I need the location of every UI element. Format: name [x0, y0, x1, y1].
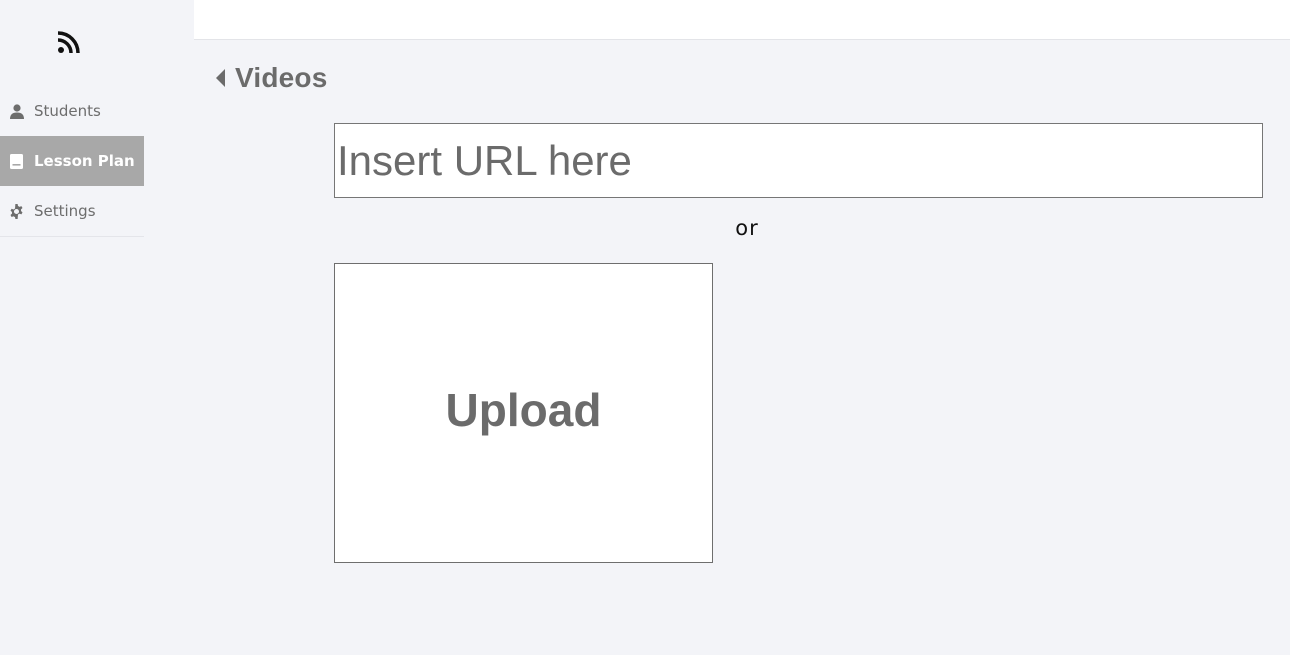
upload-button[interactable]: Upload: [334, 263, 713, 563]
sidebar: Students Lesson Plan Settings: [0, 0, 194, 655]
app: Students Lesson Plan Settings Videos Ins…: [0, 0, 1290, 655]
rss-icon[interactable]: [56, 29, 82, 55]
sidebar-item-label: Students: [34, 102, 101, 120]
gear-icon: [9, 203, 24, 219]
book-icon: [9, 153, 24, 169]
sidebar-item-label: Lesson Plan: [34, 152, 135, 170]
page-title: Videos: [235, 62, 328, 93]
sidebar-nav: Students Lesson Plan Settings: [0, 86, 144, 237]
user-icon: [9, 103, 24, 119]
or-separator: or: [735, 216, 759, 240]
sidebar-item-label: Settings: [34, 202, 96, 220]
top-bar: [194, 0, 1290, 40]
upload-label: Upload: [445, 384, 602, 436]
sidebar-item-students[interactable]: Students: [0, 86, 144, 136]
sidebar-divider: [0, 236, 144, 237]
back-button[interactable]: Videos: [214, 60, 328, 96]
sidebar-item-settings[interactable]: Settings: [0, 186, 144, 236]
caret-left-icon: [214, 68, 226, 88]
url-input[interactable]: [334, 123, 1263, 198]
sidebar-item-lesson-plan[interactable]: Lesson Plan: [0, 136, 144, 186]
